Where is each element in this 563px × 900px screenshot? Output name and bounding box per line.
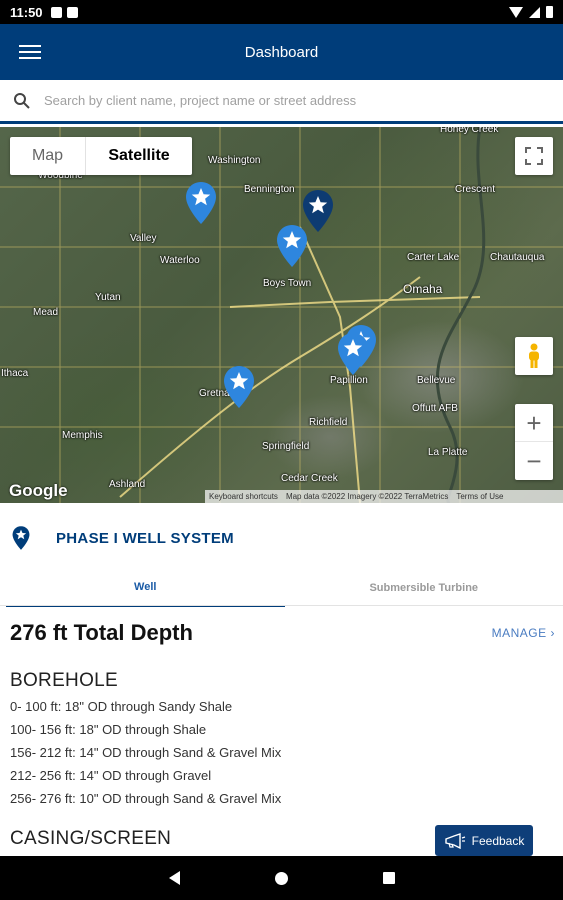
borehole-list: 0- 100 ft: 18" OD through Sandy Shale 10… (10, 698, 281, 813)
map-label: Carter Lake (407, 252, 460, 263)
feedback-button[interactable]: Feedback (435, 825, 533, 856)
borehole-item: 256- 276 ft: 10" OD through Sand & Grave… (10, 791, 282, 806)
casing-screen-heading: CASING/SCREEN (10, 828, 172, 849)
borehole-item: 100- 156 ft: 18" OD through Shale (10, 722, 207, 737)
map-pin[interactable] (337, 332, 369, 376)
map-label: Omaha (403, 282, 443, 296)
borehole-item: 156- 212 ft: 14" OD through Sand & Grave… (10, 745, 282, 760)
map-pin[interactable] (276, 224, 308, 268)
zoom-controls: + − (515, 404, 553, 480)
map-label: Springfield (262, 441, 310, 452)
battery-icon (546, 6, 553, 18)
map-label: Washington (208, 155, 261, 166)
satellite-map[interactable]: Honey Creek Washington Woodbine Benningt… (0, 127, 563, 503)
app-bar: Dashboard (0, 24, 563, 80)
map-pin[interactable] (185, 181, 217, 225)
total-depth-title: 276 ft Total Depth (10, 620, 193, 645)
map-label: Valley (130, 233, 157, 244)
keyboard-shortcuts-link[interactable]: Keyboard shortcuts (209, 492, 278, 501)
tab-bar: Well Submersible Turbine (0, 569, 563, 607)
notification-icon (50, 6, 62, 18)
borehole-item: 0- 100 ft: 18" OD through Sandy Shale (10, 699, 233, 714)
system-nav-bar (0, 856, 563, 900)
depth-row: 276 ft Total Depth MANAGE › (10, 620, 555, 646)
home-icon[interactable] (274, 871, 288, 885)
map-label: Mead (33, 307, 59, 318)
map-label: Boys Town (263, 278, 312, 289)
megaphone-icon (444, 832, 465, 849)
location-pin-icon (6, 525, 36, 551)
pegman-icon[interactable] (515, 337, 553, 375)
feedback-label: Feedback (471, 833, 525, 848)
map-label: Richfield (309, 417, 348, 428)
manage-link[interactable]: MANAGE › (492, 626, 555, 640)
map-type-satellite-button[interactable]: Satellite (86, 137, 192, 175)
map-label: Waterloo (160, 255, 200, 266)
map-label: Cedar Creek (281, 473, 338, 484)
tab-submersible-turbine[interactable]: Submersible Turbine (285, 569, 563, 607)
tab-well[interactable]: Well (6, 569, 285, 607)
map-type-map-button[interactable]: Map (10, 137, 86, 175)
tab-divider (0, 605, 563, 606)
manage-label: MANAGE (491, 626, 547, 640)
map-label: La Platte (428, 447, 468, 458)
search-bar (0, 80, 563, 124)
search-icon[interactable] (0, 81, 44, 121)
map-label: Crescent (455, 184, 496, 195)
signal-icon (529, 6, 540, 18)
search-input[interactable] (44, 93, 544, 108)
map-label: Chautauqua (490, 252, 545, 263)
map-attribution: Keyboard shortcuts Map data ©2022 Imager… (205, 490, 563, 503)
chevron-right-icon: › (550, 626, 555, 640)
borehole-item: 212- 256 ft: 14" OD through Gravel (10, 768, 212, 783)
notification-icon (66, 6, 78, 18)
hamburger-menu-icon[interactable] (0, 24, 60, 80)
project-header: PHASE I WELL SYSTEM (0, 503, 563, 573)
status-bar: 11:50 (0, 0, 563, 24)
status-right-icons (509, 6, 553, 18)
map-data-credit: Map data ©2022 Imagery ©2022 TerraMetric… (285, 492, 449, 501)
map-label: Honey Creek (440, 127, 499, 135)
borehole-heading: BOREHOLE (10, 670, 118, 691)
map-label: Yutan (95, 292, 121, 303)
fullscreen-icon[interactable] (515, 137, 553, 175)
wifi-icon (509, 6, 523, 18)
map-label: Ithaca (1, 368, 29, 379)
status-time: 11:50 (10, 4, 43, 20)
zoom-in-button[interactable]: + (515, 404, 553, 442)
map-label: Ashland (109, 479, 146, 490)
map-label: Memphis (62, 430, 103, 441)
project-title: PHASE I WELL SYSTEM (56, 529, 234, 547)
map-label: Papillion (330, 375, 368, 386)
google-logo: Google (9, 481, 68, 500)
map-type-toggle: Map Satellite (10, 137, 192, 175)
map-pin[interactable] (223, 365, 255, 409)
map-label: Bennington (244, 184, 295, 195)
zoom-out-button[interactable]: − (515, 442, 553, 480)
back-icon[interactable] (168, 871, 180, 885)
page-title: Dashboard (244, 43, 319, 61)
terms-of-use-link[interactable]: Terms of Use (456, 492, 503, 501)
recent-apps-icon[interactable] (382, 872, 395, 884)
map-label: Bellevue (417, 375, 456, 386)
map-label: Offutt AFB (412, 403, 458, 414)
